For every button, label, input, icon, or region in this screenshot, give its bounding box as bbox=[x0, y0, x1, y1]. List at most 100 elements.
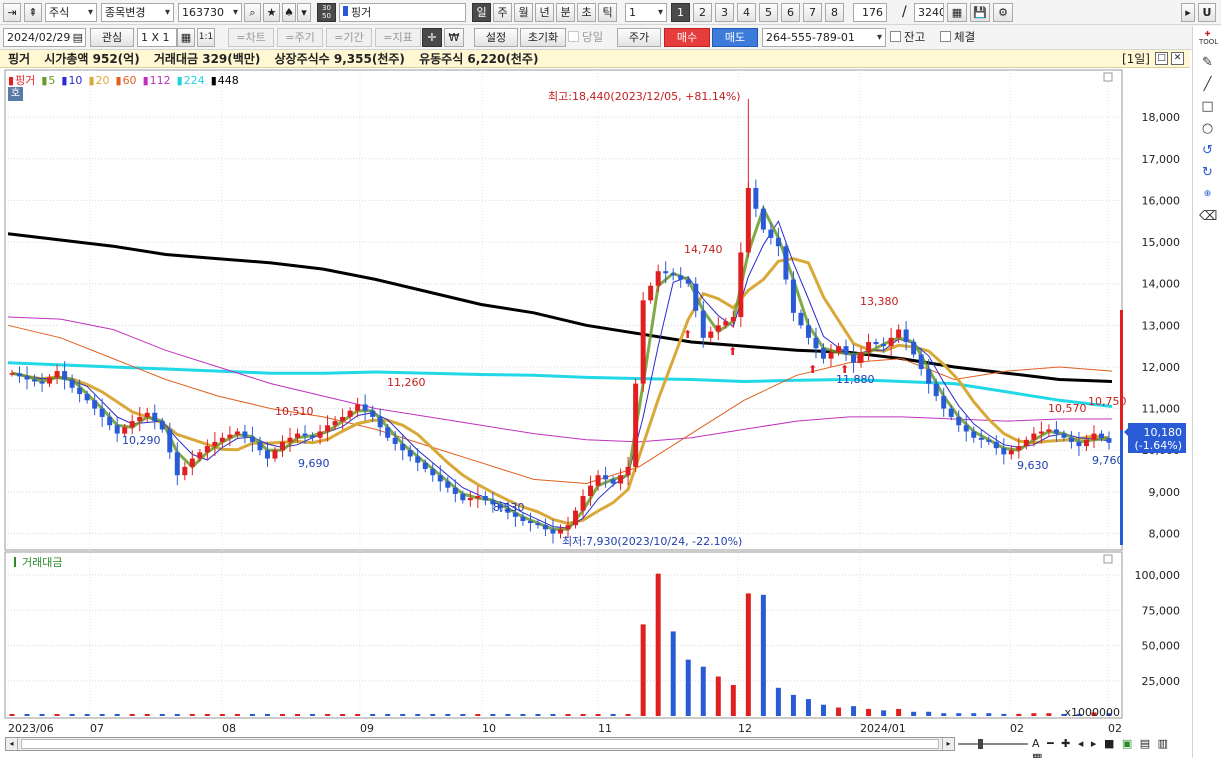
price-panel-min-icon[interactable] bbox=[1103, 72, 1113, 82]
legend-item-4[interactable]: ▮60 bbox=[116, 74, 140, 87]
volume-bar bbox=[355, 714, 361, 716]
date-input[interactable]: 2024/02/29 ▤ bbox=[3, 28, 86, 47]
change-stock-select[interactable]: 종목변경 bbox=[101, 3, 174, 22]
period-tab-2[interactable]: 월 bbox=[514, 3, 533, 22]
candle-body bbox=[122, 427, 128, 434]
tool-menu-icon[interactable]: ✚ TOOL bbox=[1199, 30, 1218, 47]
zoom-slider[interactable] bbox=[958, 737, 1028, 751]
period-tab-1[interactable]: 주 bbox=[493, 3, 512, 22]
excel-icon[interactable]: ▣ bbox=[1122, 737, 1134, 750]
stock-name-field[interactable]: 핑거 bbox=[339, 3, 466, 22]
minus-icon[interactable]: ━ bbox=[1047, 737, 1056, 750]
won-button[interactable]: ₩ bbox=[444, 28, 464, 47]
plus-icon[interactable]: ✚ bbox=[1061, 737, 1072, 750]
count-input[interactable]: 176 bbox=[853, 3, 887, 22]
volume-panel-min-icon[interactable] bbox=[1103, 554, 1113, 564]
star-icon[interactable]: ★ bbox=[263, 3, 280, 22]
bottom-control-icons[interactable]: A ━ ✚ ◂ ▸ ■ ▣ ▤ ▥ ▦ bbox=[1032, 737, 1182, 758]
scroll-thumb[interactable] bbox=[21, 739, 939, 749]
table-icon[interactable]: ▦ bbox=[177, 28, 195, 47]
chart-area[interactable]: 18,000 17,000 16,000 15,000 14,000 13,000 12,0… bbox=[0, 68, 1190, 758]
multi-chart-tab-4[interactable]: 5 bbox=[759, 3, 778, 22]
legend-item-7[interactable]: ▮448 bbox=[211, 74, 242, 87]
legend-item-5[interactable]: ▮112 bbox=[143, 74, 174, 87]
move-icon[interactable]: ✛ bbox=[422, 28, 442, 47]
candle-body bbox=[39, 381, 45, 384]
line-icon[interactable]: ╱ bbox=[1199, 76, 1216, 93]
circle-icon[interactable]: ○ bbox=[1199, 120, 1216, 137]
legend-item-2[interactable]: ▮10 bbox=[61, 74, 85, 87]
layout-field[interactable]: 1 X 1 bbox=[137, 28, 177, 47]
search-icon[interactable]: ⌕ bbox=[244, 3, 261, 22]
pencil-icon[interactable]: ✎ bbox=[1199, 54, 1216, 71]
price-button[interactable]: 주가 bbox=[617, 28, 661, 47]
fill-checkbox[interactable] bbox=[940, 31, 951, 42]
select-all-icon[interactable]: ⊕ bbox=[1199, 186, 1216, 203]
sell-button[interactable]: 매도 bbox=[712, 28, 758, 47]
balance-checkbox[interactable] bbox=[890, 31, 901, 42]
calendar-icon[interactable]: ▤ bbox=[73, 29, 83, 46]
save-image-icon[interactable]: ▤ bbox=[1140, 737, 1152, 750]
range-button[interactable]: =기간 bbox=[326, 28, 372, 47]
grid-icon[interactable]: ▦ bbox=[947, 3, 967, 22]
interval-select[interactable]: 1 bbox=[625, 3, 667, 22]
gear-icon[interactable]: ⚙ bbox=[993, 3, 1013, 22]
stop-icon[interactable]: ■ bbox=[1104, 737, 1116, 750]
candle-body bbox=[189, 458, 195, 467]
reset-button[interactable]: 초기화 bbox=[520, 28, 566, 47]
today-checkbox[interactable] bbox=[568, 31, 579, 42]
volume-bar bbox=[39, 714, 45, 716]
horizontal-scrollbar[interactable]: ◂ ▸ bbox=[5, 737, 955, 751]
period-tab-4[interactable]: 분 bbox=[556, 3, 575, 22]
eraser-icon[interactable]: ⌫ bbox=[1199, 208, 1217, 225]
save-icon[interactable]: 💾 bbox=[970, 3, 990, 22]
legend-item-0[interactable]: ▮핑거 bbox=[8, 74, 38, 87]
print-icon[interactable]: ▥ bbox=[1158, 737, 1170, 750]
period-30-50-button[interactable]: 30 50 bbox=[317, 3, 336, 22]
stock-code-input[interactable]: 163730 bbox=[178, 3, 242, 22]
one-to-one-button[interactable]: 1:1 bbox=[197, 28, 215, 47]
period-button[interactable]: =주기 bbox=[277, 28, 323, 47]
period-tab-0[interactable]: 일 bbox=[472, 3, 491, 22]
spade-icon[interactable]: ♠ bbox=[282, 3, 296, 22]
period-tab-5[interactable]: 초 bbox=[577, 3, 596, 22]
legend-item-6[interactable]: ▮224 bbox=[177, 74, 208, 87]
prev-icon[interactable]: ◂ bbox=[1078, 737, 1086, 750]
redo-icon[interactable]: ↻ bbox=[1199, 164, 1216, 181]
indicator-button[interactable]: =지표 bbox=[375, 28, 421, 47]
market-select[interactable]: 주식 bbox=[45, 3, 97, 22]
stock-search-icon[interactable]: ⇞ bbox=[24, 3, 42, 22]
multi-chart-tab-2[interactable]: 3 bbox=[715, 3, 734, 22]
pin-icon[interactable]: ⇥ bbox=[3, 3, 21, 22]
ho-button[interactable]: 호 bbox=[8, 87, 23, 101]
period-tab-6[interactable]: 틱 bbox=[598, 3, 617, 22]
multi-chart-tab-6[interactable]: 7 bbox=[803, 3, 822, 22]
multi-chart-tab-7[interactable]: 8 bbox=[825, 3, 844, 22]
rectangle-icon[interactable]: □ bbox=[1199, 98, 1216, 115]
buy-button[interactable]: 매수 bbox=[664, 28, 710, 47]
multi-chart-tab-1[interactable]: 2 bbox=[693, 3, 712, 22]
multi-chart-tab-5[interactable]: 6 bbox=[781, 3, 800, 22]
chevron-down-icon[interactable]: ▾ bbox=[297, 3, 311, 22]
undo-icon[interactable]: ↺ bbox=[1199, 142, 1216, 159]
x-tick-label: 09 bbox=[360, 722, 374, 735]
legend-item-1[interactable]: ▮5 bbox=[41, 74, 58, 87]
period-tab-3[interactable]: 년 bbox=[535, 3, 554, 22]
interest-button[interactable]: 관심 bbox=[90, 28, 134, 47]
arrow-right-icon[interactable]: ▸ bbox=[1181, 3, 1195, 22]
legend-item-3[interactable]: ▮20 bbox=[88, 74, 112, 87]
settings-button[interactable]: 설정 bbox=[474, 28, 518, 47]
account-select[interactable]: 264-555-789-01 bbox=[762, 28, 886, 47]
volume-panel bbox=[4, 551, 1123, 719]
zoom-out-icon[interactable]: A bbox=[1032, 737, 1042, 750]
multi-chart-tab-3[interactable]: 4 bbox=[737, 3, 756, 22]
scroll-left-icon[interactable]: ◂ bbox=[6, 738, 18, 750]
chart-button[interactable]: =차트 bbox=[228, 28, 274, 47]
expand-icon[interactable]: ▦ bbox=[1032, 751, 1044, 758]
maximize-icon[interactable]: □ bbox=[1155, 52, 1168, 65]
next-icon[interactable]: ▸ bbox=[1091, 737, 1099, 750]
close-icon[interactable]: ✕ bbox=[1171, 52, 1184, 65]
multi-chart-tab-0[interactable]: 1 bbox=[671, 3, 690, 22]
scroll-right-icon[interactable]: ▸ bbox=[942, 738, 954, 750]
user-button[interactable]: U bbox=[1198, 3, 1216, 22]
